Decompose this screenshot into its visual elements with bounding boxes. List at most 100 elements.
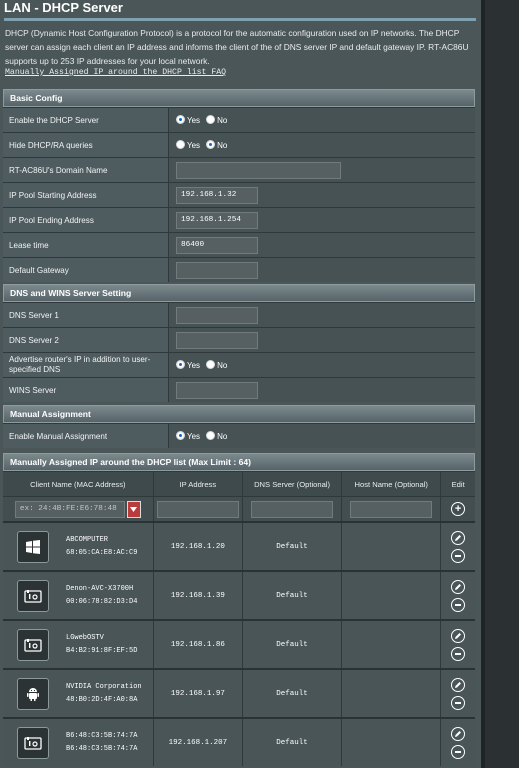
client-mac: 48:B0:2D:4F:A0:8A	[66, 695, 138, 704]
media-device-icon	[24, 736, 42, 750]
enable-manual-no-radio[interactable]: No	[206, 431, 227, 441]
windows-icon	[26, 539, 40, 554]
client-row-2: Denon-AVC-X3700H 00:06:78:82:D3:D4 192.1…	[3, 570, 475, 619]
enable-manual-yes-radio[interactable]: Yes	[176, 431, 200, 441]
client-dns: Default	[243, 523, 343, 570]
client-row-1: ABCOMPUTER 68:05:CA:E8:AC:C9 192.168.1.2…	[3, 521, 475, 570]
add-icon[interactable]: +	[451, 502, 466, 516]
wins-input[interactable]	[176, 381, 258, 399]
hide-dhcp-row: Hide DHCP/RA queries Yes No	[3, 132, 475, 157]
client-name: Denon-AVC-X3700H	[66, 584, 134, 593]
media-device-icon	[24, 638, 42, 652]
advertise-dns-label: Advertise router's IP in addition to use…	[3, 353, 169, 377]
assigned-list-header: Manually Assigned IP around the DHCP lis…	[3, 453, 475, 471]
enable-dhcp-yes-radio[interactable]: Yes	[176, 115, 200, 125]
edit-icon[interactable]	[451, 530, 466, 545]
default-gateway-row: Default Gateway	[3, 257, 475, 282]
column-dns-server: DNS Server (Optional)	[243, 472, 343, 496]
client-dropdown-button[interactable]	[126, 500, 141, 518]
remove-icon[interactable]	[451, 744, 466, 759]
hide-dhcp-yes-label: Yes	[187, 141, 201, 150]
remove-icon[interactable]	[451, 695, 466, 710]
enable-manual-yes-label: Yes	[187, 432, 201, 441]
enable-dhcp-label: Enable the DHCP Server	[3, 108, 169, 132]
device-icon-box[interactable]	[17, 530, 49, 563]
column-ip-address: IP Address	[154, 472, 243, 496]
pool-end-label: IP Pool Ending Address	[3, 208, 169, 232]
client-ip: 192.168.1.207	[154, 719, 243, 766]
pool-start-input[interactable]: 192.168.1.32	[176, 186, 258, 204]
media-device-icon	[24, 589, 42, 603]
client-mac: 00:06:78:82:D3:D4	[66, 597, 138, 606]
edit-icon[interactable]	[451, 579, 466, 594]
lease-time-input[interactable]: 86400	[176, 236, 258, 254]
client-hostname	[342, 719, 442, 766]
domain-name-label: RT-AC86U's Domain Name	[3, 158, 169, 182]
remove-icon[interactable]	[451, 548, 466, 563]
advertise-dns-yes-radio[interactable]: Yes	[176, 360, 200, 370]
pool-start-label: IP Pool Starting Address	[3, 183, 169, 207]
dns2-row: DNS Server 2	[3, 327, 475, 352]
client-mac: B4:B2:91:8F:EF:5D	[66, 646, 138, 655]
client-row-4: NVIDIA Corporation 48:B0:2D:4F:A0:8A 192…	[3, 668, 475, 717]
client-mac: 68:05:CA:E8:AC:C9	[66, 548, 138, 557]
assigned-list-section: Manually Assigned IP around the DHCP lis…	[3, 453, 475, 766]
domain-name-row: RT-AC86U's Domain Name	[3, 157, 475, 182]
wins-row: WINS Server	[3, 377, 475, 402]
device-icon-box[interactable]	[17, 628, 49, 661]
pool-start-row: IP Pool Starting Address 192.168.1.32	[3, 182, 475, 207]
column-edit: Edit	[451, 479, 465, 489]
wins-label: WINS Server	[3, 378, 169, 402]
enable-dhcp-no-label: No	[217, 116, 228, 125]
enable-dhcp-row: Enable the DHCP Server Yes No	[3, 107, 475, 132]
remove-icon[interactable]	[451, 646, 466, 661]
advertise-dns-row: Advertise router's IP in addition to use…	[3, 352, 475, 377]
remove-icon[interactable]	[451, 597, 466, 612]
default-gateway-label: Default Gateway	[3, 258, 169, 282]
ip-address-input[interactable]	[156, 500, 239, 518]
client-dns: Default	[243, 621, 343, 668]
pool-end-row: IP Pool Ending Address 192.168.1.254	[3, 207, 475, 232]
dns2-input[interactable]	[176, 331, 258, 349]
edit-icon[interactable]	[451, 628, 466, 643]
edit-icon[interactable]	[451, 677, 466, 692]
dns1-label: DNS Server 1	[3, 303, 169, 327]
advertise-dns-no-radio[interactable]: No	[206, 360, 227, 370]
device-icon-box[interactable]	[17, 726, 49, 759]
faq-link[interactable]: Manually Assigned IP around the DHCP lis…	[5, 68, 226, 77]
client-row-3: LGwebOSTV B4:B2:91:8F:EF:5D 192.168.1.86…	[3, 619, 475, 668]
dns-wins-section: DNS and WINS Server Setting DNS Server 1…	[3, 284, 475, 402]
hide-dhcp-no-label: No	[217, 141, 228, 150]
chevron-down-icon	[130, 506, 138, 512]
hide-dhcp-yes-radio[interactable]: Yes	[176, 140, 200, 150]
dns1-input[interactable]	[176, 306, 258, 324]
hide-dhcp-label: Hide DHCP/RA queries	[3, 133, 169, 157]
page-title: LAN - DHCP Server	[4, 0, 123, 15]
hide-dhcp-no-radio[interactable]: No	[206, 140, 227, 150]
client-ip: 192.168.1.86	[154, 621, 243, 668]
client-name: B6:48:C3:5B:74:7A	[66, 731, 138, 740]
device-icon-box[interactable]	[17, 579, 49, 612]
mac-address-input[interactable]: ex: 24:4B:FE:E6:78:48	[14, 500, 125, 518]
title-divider	[4, 18, 476, 21]
advertise-dns-no-label: No	[217, 361, 228, 370]
domain-name-input[interactable]	[176, 161, 341, 179]
enable-dhcp-no-radio[interactable]: No	[206, 115, 227, 125]
client-dns: Default	[243, 719, 343, 766]
client-hostname	[342, 621, 442, 668]
pool-end-input[interactable]: 192.168.1.254	[176, 211, 258, 229]
default-gateway-input[interactable]	[176, 261, 258, 279]
client-mac: B6:48:C3:5B:74:7A	[66, 744, 138, 753]
dns1-row: DNS Server 1	[3, 302, 475, 327]
edit-icon[interactable]	[451, 726, 466, 741]
advertise-dns-yes-label: Yes	[187, 361, 201, 370]
basic-config-header: Basic Config	[3, 89, 475, 107]
client-dns: Default	[243, 670, 343, 717]
client-dns: Default	[243, 572, 343, 619]
host-name-input[interactable]	[350, 500, 433, 518]
lease-time-row: Lease time 86400	[3, 232, 475, 257]
client-ip: 192.168.1.97	[154, 670, 243, 717]
client-hostname	[342, 670, 442, 717]
dns-server-input[interactable]	[251, 500, 334, 518]
device-icon-box[interactable]	[17, 677, 49, 710]
